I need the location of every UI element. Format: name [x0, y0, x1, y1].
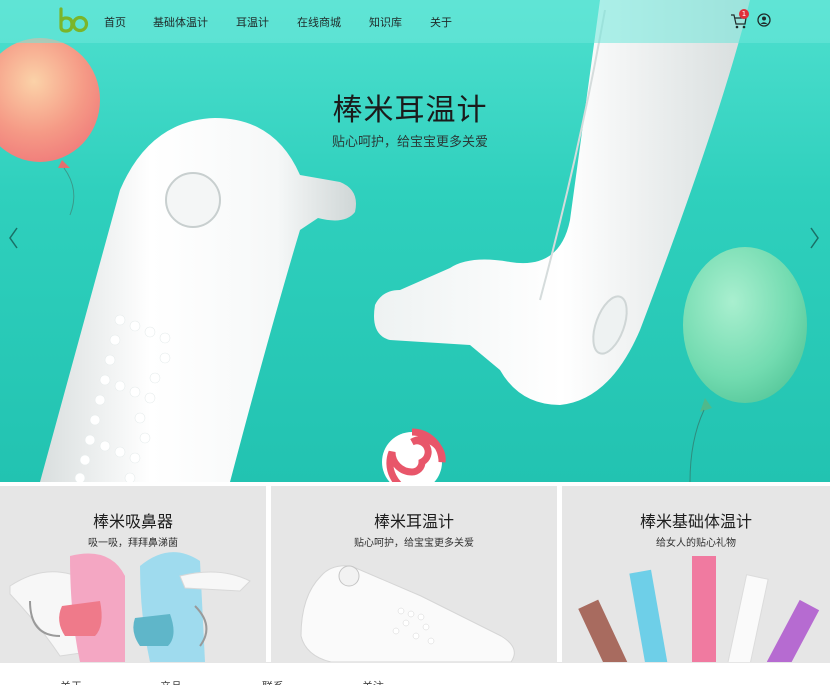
footer-link-products[interactable]: 产品 [160, 678, 182, 685]
nav-link-about[interactable]: 关于 [430, 14, 452, 30]
product-card-basal-thermometer[interactable]: 棒米基础体温计 给女人的贴心礼物 [562, 486, 830, 662]
card-subtitle: 吸一吸，拜拜鼻涕菌 [88, 538, 178, 549]
card-subtitle: 贴心呵护，给宝宝更多关爱 [354, 538, 474, 549]
cart-button[interactable]: 1 [730, 9, 749, 29]
product-card-nasal-aspirator[interactable]: 棒米吸鼻器 吸一吸，拜拜鼻涕菌 [0, 486, 266, 662]
product-cards: 棒米吸鼻器 吸一吸，拜拜鼻涕菌 棒米耳温计 贴心呵护，给宝宝更多关爱 棒米基础体… [0, 482, 830, 662]
card-title: 棒米基础体温计 [639, 512, 752, 531]
lollipop-decoration [382, 428, 446, 482]
card-title: 棒米耳温计 [373, 512, 454, 531]
footer-link-follow[interactable]: 关注 [362, 678, 384, 685]
footer-nav: 关于 产品 联系 关注 [0, 662, 830, 685]
hero-banner: 棒米耳温计 贴心呵护，给宝宝更多关爱 [0, 0, 830, 482]
ear-thermometer-left [40, 118, 356, 482]
footer-link-contact[interactable]: 联系 [262, 678, 284, 685]
bo-logo-icon[interactable] [58, 7, 90, 33]
hero-product-illustration [0, 0, 807, 482]
nav-link-ear-thermometer[interactable]: 耳温计 [236, 14, 269, 30]
green-balloon-decoration [683, 247, 807, 482]
hero-subtitle: 贴心呵护，给宝宝更多关爱 [331, 135, 488, 150]
top-navigation-bar: 首页 基础体温计 耳温计 在线商城 知识库 关于 1 [0, 0, 830, 43]
nav-link-basal-thermometer[interactable]: 基础体温计 [153, 14, 208, 30]
product-card-ear-thermometer[interactable]: 棒米耳温计 贴心呵护，给宝宝更多关爱 [271, 486, 557, 662]
hero-title: 棒米耳温计 [332, 93, 488, 128]
chevron-right-icon[interactable] [807, 224, 823, 252]
chevron-left-icon[interactable] [5, 224, 21, 252]
card-subtitle: 给女人的贴心礼物 [656, 538, 736, 549]
nav-link-online-store[interactable]: 在线商城 [297, 14, 341, 30]
nav-link-knowledge-base[interactable]: 知识库 [369, 14, 402, 30]
cart-count-badge: 1 [739, 9, 749, 19]
footer-link-about[interactable]: 关于 [60, 678, 82, 685]
pink-balloon-decoration [0, 38, 100, 216]
nav-links: 首页 基础体温计 耳温计 在线商城 知识库 关于 [104, 0, 480, 43]
nav-link-home[interactable]: 首页 [104, 14, 126, 30]
user-circle-icon[interactable] [757, 13, 771, 27]
card-title: 棒米吸鼻器 [92, 512, 173, 531]
